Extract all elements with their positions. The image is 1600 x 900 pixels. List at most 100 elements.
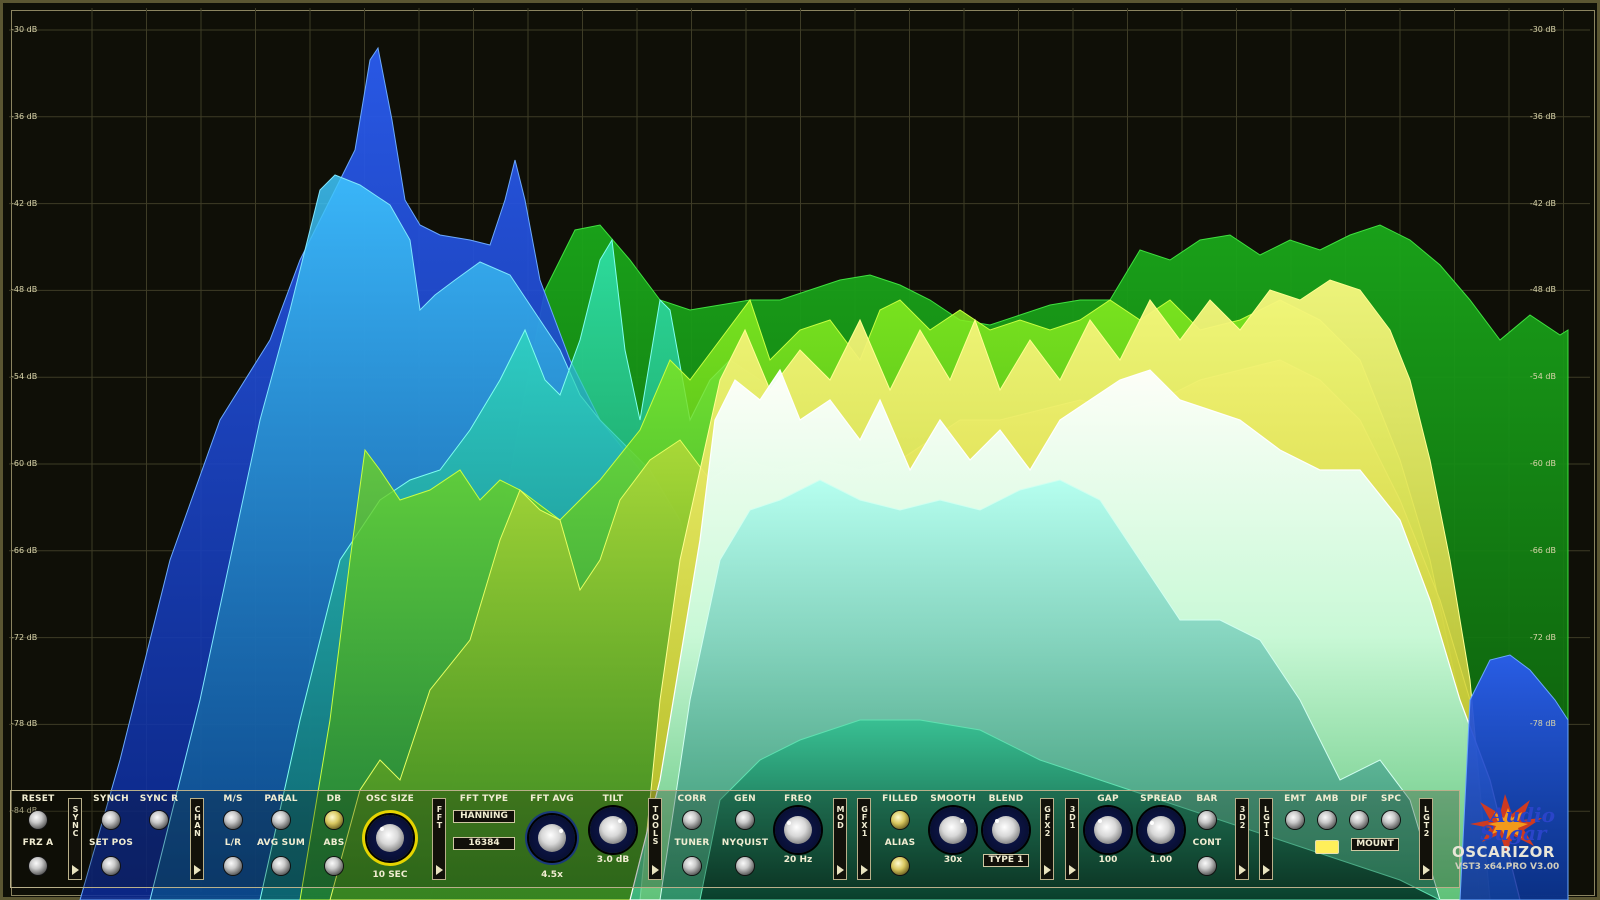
abs-button[interactable] [325, 857, 343, 875]
spectrum-display [9, 8, 1590, 900]
amb-knob[interactable] [1318, 811, 1336, 829]
gap-label: GAP [1097, 794, 1119, 804]
frz-a-button[interactable] [29, 857, 47, 875]
tab-sync-label: SYNC [71, 805, 80, 837]
db-label-right: -30 dB [1529, 25, 1556, 34]
fft-avg-knob[interactable] [529, 815, 575, 861]
db-label-right: -42 dB [1529, 198, 1556, 208]
synch-button[interactable] [102, 811, 120, 829]
set-pos-button[interactable] [102, 857, 120, 875]
reset-label: RESET [21, 794, 55, 804]
tab-gfx2[interactable]: GFX2 [1040, 798, 1054, 880]
sync-r-button[interactable] [150, 811, 168, 829]
gap-knob[interactable] [1085, 807, 1131, 853]
knob-indicator [960, 819, 964, 823]
cont-label: CONT [1192, 838, 1222, 848]
mount-button[interactable]: MOUNT [1351, 838, 1399, 851]
lr-button[interactable] [224, 857, 242, 875]
tab-gfx1-label: GFX1 [860, 805, 869, 837]
smooth-knob[interactable] [930, 807, 976, 853]
blend-label: BLEND [988, 794, 1024, 804]
tab-3d2-label: 3D2 [1238, 805, 1247, 829]
tab-tools-label: TOOLS [651, 805, 660, 845]
avg-sum-button[interactable] [272, 857, 290, 875]
filled-button[interactable] [891, 811, 909, 829]
gap-value: 100 [1098, 855, 1118, 865]
tab-gfx1[interactable]: GFX1 [857, 798, 871, 880]
frz-a-label: FRZ A [22, 838, 54, 848]
db-label-left: -60 dB [11, 459, 38, 468]
db-label-right: -36 dB [1529, 111, 1556, 121]
tab-arrow-icon [72, 865, 79, 875]
cont-button[interactable] [1198, 857, 1216, 875]
dif-knob[interactable] [1350, 811, 1368, 829]
fft-type-label: FFT TYPE [459, 794, 509, 804]
tab-arrow-icon [1239, 865, 1246, 875]
tab-lgt1[interactable]: LGT1 [1259, 798, 1273, 880]
db-label-left: -30 dB [11, 25, 38, 34]
reset-button[interactable] [29, 811, 47, 829]
tab-chan-label: CHAN [193, 805, 202, 837]
tab-fft[interactable]: FFT [432, 798, 446, 880]
tab-3d1[interactable]: 3D1 [1065, 798, 1079, 880]
alias-button[interactable] [891, 857, 909, 875]
db-label-right: -66 dB [1529, 545, 1556, 555]
tuner-button[interactable] [683, 857, 701, 875]
avg-sum-label: AVG SUM [257, 838, 305, 848]
tab-lgt2[interactable]: LGT2 [1419, 798, 1433, 880]
tab-chan[interactable]: CHAN [190, 798, 204, 880]
tab-3d2[interactable]: 3D2 [1235, 798, 1249, 880]
tab-arrow-icon [436, 865, 443, 875]
freq-knob[interactable] [775, 807, 821, 853]
knob-indicator [1098, 819, 1102, 823]
osc-size-knob[interactable] [367, 815, 413, 861]
tab-arrow-icon [1044, 865, 1051, 875]
tilt-label: TILT [602, 794, 624, 804]
db-label-left: -78 dB [11, 719, 38, 729]
amb-color-swatch[interactable] [1315, 840, 1339, 854]
knob-indicator [618, 819, 622, 823]
spread-label: SPREAD [1140, 794, 1182, 804]
amb-label: AMB [1315, 794, 1339, 804]
nyquist-button[interactable] [736, 857, 754, 875]
corr-label: CORR [677, 794, 707, 804]
spc-knob[interactable] [1382, 811, 1400, 829]
db-label-right: -78 dB [1529, 719, 1556, 729]
tab-arrow-icon [194, 865, 201, 875]
spread-knob[interactable] [1138, 807, 1184, 853]
tab-fft-label: FFT [435, 805, 444, 829]
blend-knob[interactable] [983, 807, 1029, 853]
emt-knob[interactable] [1286, 811, 1304, 829]
tab-lgt2-label: LGT2 [1422, 805, 1431, 837]
gen-button[interactable] [736, 811, 754, 829]
tab-tools[interactable]: TOOLS [648, 798, 662, 880]
db-label-left: -36 dB [11, 111, 38, 121]
paral-button[interactable] [272, 811, 290, 829]
db-label-right: -48 dB [1529, 285, 1556, 295]
tab-mod[interactable]: MOD [833, 798, 847, 880]
bar-label: BAR [1196, 794, 1218, 804]
knob-indicator [995, 819, 999, 823]
tilt-knob[interactable] [590, 807, 636, 853]
fft-size-select[interactable]: 16384 [453, 837, 515, 850]
product-name: OSCARIZOR [1452, 843, 1555, 861]
synch-label: SYNCH [93, 794, 129, 804]
fft-type-select[interactable]: HANNING [453, 810, 515, 823]
tab-sync[interactable]: SYNC [68, 798, 82, 880]
alias-label: ALIAS [884, 838, 916, 848]
product-version: VST3 x64.PRO V3.00 [1455, 862, 1560, 872]
blend-type-select[interactable]: TYPE 1 [983, 854, 1029, 867]
freq-label: FREQ [784, 794, 812, 804]
gen-label: GEN [734, 794, 756, 804]
knob-indicator [787, 821, 791, 825]
spread-value: 1.00 [1149, 855, 1173, 865]
tab-3d1-label: 3D1 [1068, 805, 1077, 829]
nyquist-label: NYQUIST [721, 838, 769, 848]
db-label-right: -72 dB [1529, 632, 1556, 642]
db-button[interactable] [325, 811, 343, 829]
corr-button[interactable] [683, 811, 701, 829]
filled-label: FILLED [882, 794, 918, 804]
smooth-label: SMOOTH [930, 794, 976, 804]
ms-button[interactable] [224, 811, 242, 829]
bar-button[interactable] [1198, 811, 1216, 829]
